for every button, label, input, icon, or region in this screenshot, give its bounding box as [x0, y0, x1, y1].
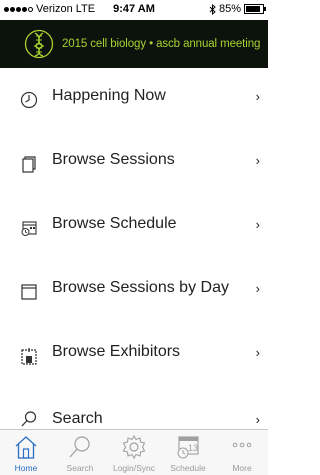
bluetooth-icon	[209, 3, 216, 15]
chevron-right-icon: ›	[255, 153, 260, 168]
home-icon	[15, 436, 37, 459]
menu-item-label: Happening Now	[52, 87, 166, 104]
chevron-right-icon: ›	[255, 345, 260, 360]
documents-icon	[22, 156, 36, 173]
conference-banner: 2015 cell biology • ascb annual meeting	[0, 20, 268, 68]
tab-label: Home	[14, 463, 38, 473]
search-icon	[21, 411, 37, 427]
tab-label: Search	[66, 463, 94, 473]
chevron-right-icon: ›	[255, 217, 260, 232]
chevron-right-icon: ›	[255, 89, 260, 104]
menu-item-browse-sessions-by-day[interactable]: Browse Sessions by Day ›	[0, 260, 268, 324]
main-menu: Happening Now › Browse Sessions › Browse…	[0, 68, 268, 388]
menu-item-browse-exhibitors[interactable]: Browse Exhibitors ›	[0, 324, 268, 388]
tab-search[interactable]: Search	[54, 430, 106, 475]
exhibitor-icon	[21, 348, 37, 365]
tab-label: More	[232, 463, 252, 473]
search-icon	[69, 436, 90, 458]
menu-item-label: Browse Schedule	[52, 215, 177, 232]
tab-label: Schedule	[170, 463, 206, 473]
tab-login-sync[interactable]: Login/Sync	[108, 430, 160, 475]
menu-item-browse-sessions[interactable]: Browse Sessions ›	[0, 132, 268, 196]
menu-item-browse-schedule[interactable]: Browse Schedule ›	[0, 196, 268, 260]
status-bar: Verizon LTE 9:47 AM 85%	[0, 0, 268, 20]
ascb-logo-icon	[24, 29, 54, 59]
tab-bar: Home Search Login/Sync 13 Schedule More	[0, 429, 268, 475]
menu-item-label: Browse Sessions by Day	[52, 279, 229, 296]
more-icon	[232, 442, 252, 448]
tab-more[interactable]: More	[216, 430, 268, 475]
tab-schedule[interactable]: 13 Schedule	[162, 430, 214, 475]
menu-item-label: Browse Sessions	[52, 151, 175, 168]
gear-icon	[122, 434, 146, 460]
svg-text:13: 13	[188, 443, 198, 453]
menu-item-label: Browse Exhibitors	[52, 343, 181, 360]
banner-title: 2015 cell biology • ascb annual meeting	[62, 38, 261, 50]
menu-item-label: Search	[52, 410, 103, 427]
chevron-right-icon: ›	[255, 281, 260, 296]
battery-percent: 85%	[218, 3, 241, 15]
clock-icon	[20, 91, 38, 109]
tab-home[interactable]: Home	[0, 430, 52, 475]
battery-icon	[244, 4, 266, 14]
calendar-icon: 13	[177, 436, 199, 459]
tab-label: Login/Sync	[112, 463, 156, 473]
calendar-icon	[21, 284, 37, 300]
chevron-right-icon: ›	[255, 412, 260, 427]
menu-item-happening-now[interactable]: Happening Now ›	[0, 68, 268, 132]
status-right: 85%	[209, 3, 266, 15]
battery-fill	[246, 6, 260, 12]
calendar-clock-icon	[21, 221, 37, 236]
